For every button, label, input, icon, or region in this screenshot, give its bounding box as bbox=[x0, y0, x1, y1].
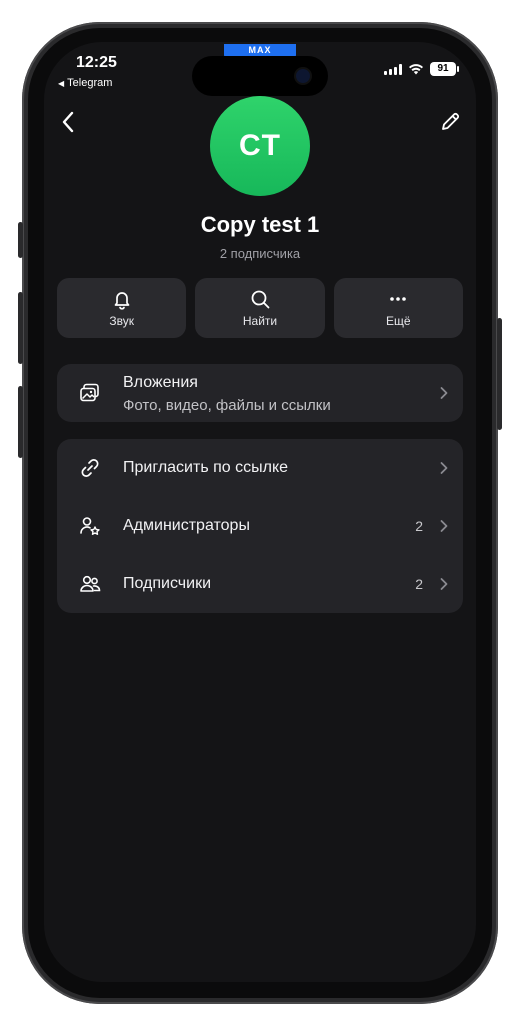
invite-link-row[interactable]: Пригласить по ссылке bbox=[57, 439, 463, 497]
action-button bbox=[18, 222, 23, 258]
subscribers-number: 2 bbox=[415, 576, 423, 592]
channel-settings-list: Пригласить по ссылке Администраторы 2 По… bbox=[57, 439, 463, 613]
cellular-signal-icon bbox=[384, 63, 402, 75]
search-label: Найти bbox=[242, 314, 278, 328]
administrators-label: Администраторы bbox=[123, 517, 250, 534]
dynamic-island bbox=[192, 56, 328, 96]
power-button bbox=[497, 318, 502, 430]
screen: MAX 12:25 ◀ Telegram 91 CT Copy test 1 2… bbox=[44, 42, 476, 982]
chevron-right-icon bbox=[440, 578, 448, 590]
sound-button[interactable]: Звук bbox=[57, 278, 187, 338]
status-time: 12:25 bbox=[76, 54, 117, 71]
search-icon bbox=[251, 290, 270, 309]
subscribers-row[interactable]: Подписчики 2 bbox=[57, 555, 463, 613]
invite-link-label: Пригласить по ссылке bbox=[123, 459, 289, 476]
back-button[interactable] bbox=[52, 106, 84, 138]
subscribers-count: 2 подписчика bbox=[219, 246, 301, 261]
users-icon bbox=[77, 571, 103, 597]
chevron-left-icon bbox=[62, 111, 74, 133]
search-button[interactable]: Найти bbox=[195, 278, 325, 338]
back-to-app-link[interactable]: ◀ Telegram bbox=[58, 77, 112, 89]
chevron-right-icon bbox=[440, 387, 448, 399]
wifi-icon bbox=[409, 64, 423, 75]
pencil-icon bbox=[442, 112, 460, 130]
attachments-subtitle: Фото, видео, файлы и ссылки bbox=[123, 397, 331, 414]
gallery-icon bbox=[77, 380, 103, 406]
channel-title: Copy test 1 bbox=[200, 212, 320, 237]
admin-icon bbox=[77, 513, 103, 539]
sound-label: Звук bbox=[109, 314, 134, 328]
status-icons: 91 bbox=[384, 62, 459, 76]
administrators-count: 2 bbox=[415, 518, 423, 534]
action-row: Звук Найти Ещё bbox=[57, 278, 463, 338]
bell-icon bbox=[114, 292, 130, 310]
more-button[interactable]: Ещё bbox=[333, 278, 463, 338]
chevron-right-icon bbox=[440, 520, 448, 532]
attachments-row[interactable]: Вложения Фото, видео, файлы и ссылки bbox=[57, 364, 463, 422]
link-icon bbox=[77, 455, 103, 481]
edit-button[interactable] bbox=[434, 106, 466, 138]
channel-avatar[interactable]: CT bbox=[210, 96, 310, 196]
more-label: Ещё bbox=[386, 314, 411, 328]
volume-down-button bbox=[18, 386, 23, 458]
chevron-right-icon bbox=[440, 462, 448, 474]
subscribers-label: Подписчики bbox=[123, 575, 212, 592]
back-app-label: Telegram bbox=[67, 77, 113, 89]
back-triangle-icon: ◀ bbox=[58, 78, 65, 88]
camera-icon bbox=[296, 69, 310, 83]
attachments-title: Вложения bbox=[123, 374, 198, 391]
administrators-row[interactable]: Администраторы 2 bbox=[57, 497, 463, 555]
more-icon bbox=[390, 297, 407, 301]
battery-indicator: 91 bbox=[430, 62, 459, 76]
volume-up-button bbox=[18, 292, 23, 364]
